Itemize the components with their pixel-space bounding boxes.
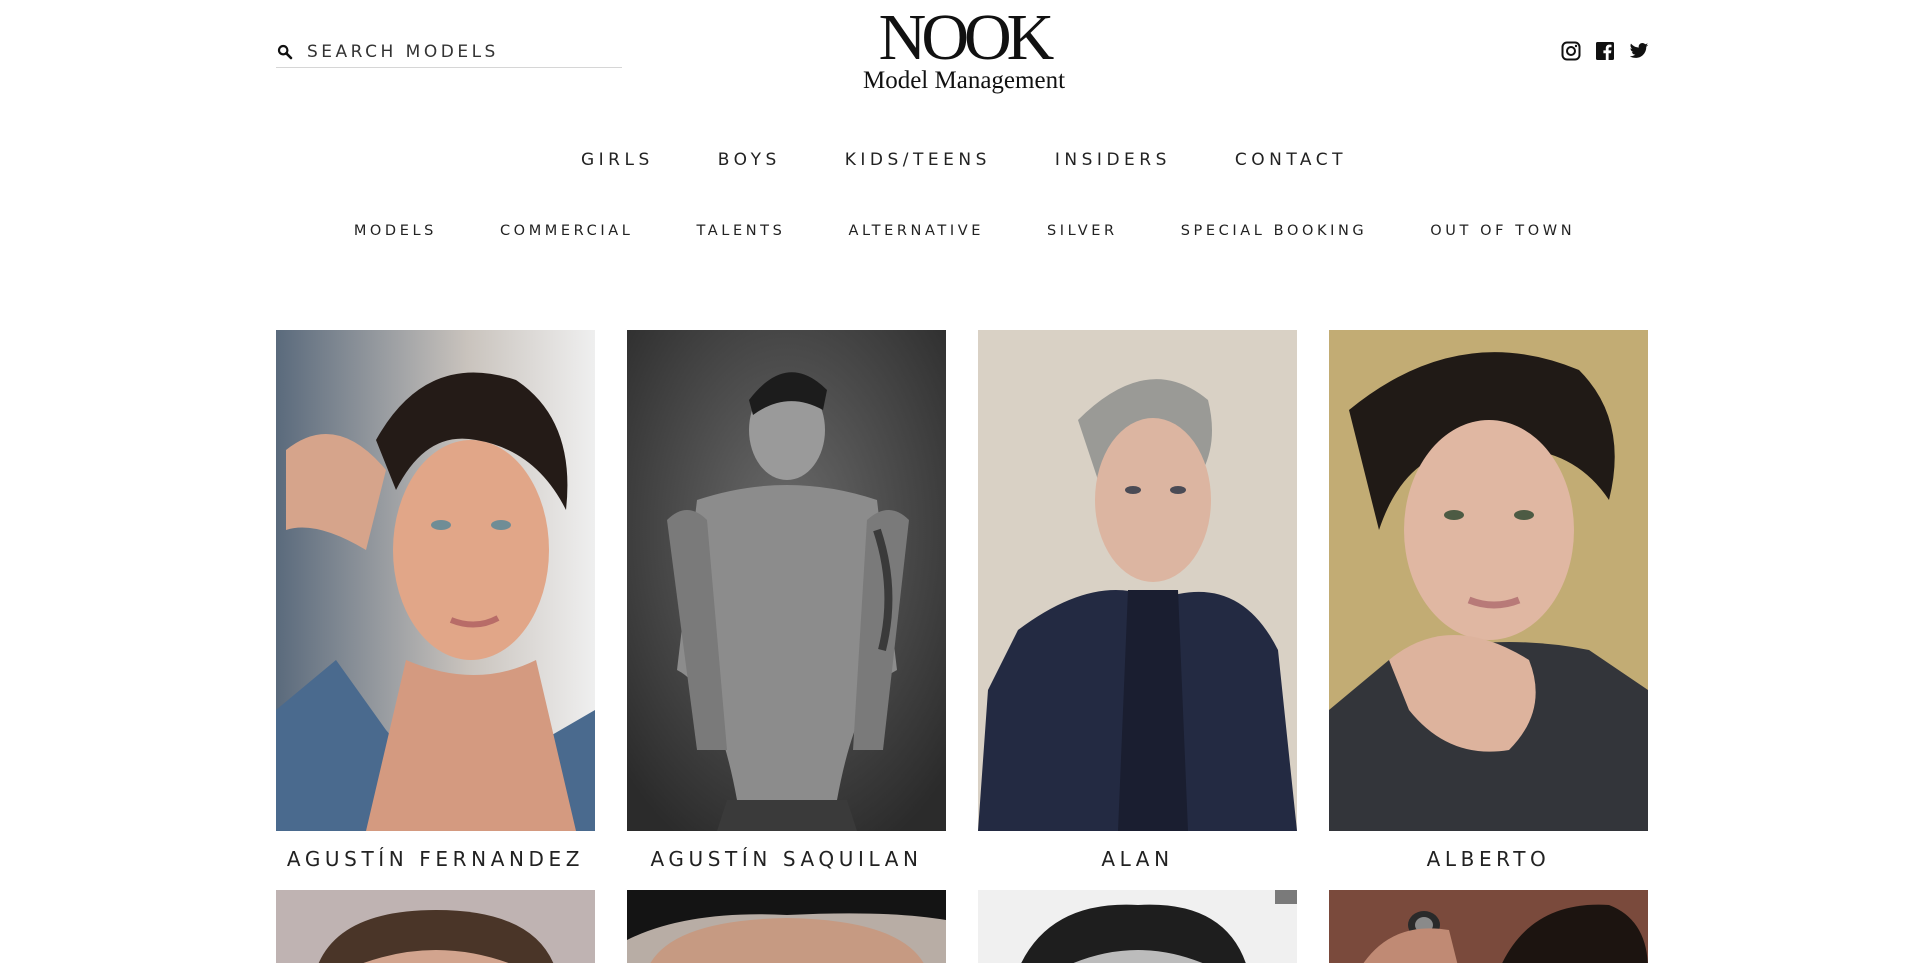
subnav-silver[interactable]: SILVER	[1047, 223, 1118, 239]
twitter-icon[interactable]	[1629, 41, 1649, 61]
subnav-out-of-town[interactable]: OUT OF TOWN	[1430, 223, 1575, 239]
subnav-commercial[interactable]: COMMERCIAL	[500, 223, 633, 239]
subnav-alternative[interactable]: ALTERNATIVE	[848, 223, 984, 239]
facebook-icon[interactable]	[1595, 41, 1615, 61]
instagram-icon[interactable]	[1561, 41, 1581, 61]
model-name[interactable]: ALAN	[978, 847, 1297, 871]
corner-badge	[1275, 890, 1297, 904]
nav-girls[interactable]: GIRLS	[581, 150, 654, 170]
model-photo[interactable]	[276, 330, 595, 831]
model-photo[interactable]	[978, 890, 1297, 963]
model-photo[interactable]	[276, 890, 595, 963]
subnav-talents[interactable]: TALENTS	[696, 223, 785, 239]
model-grid-row-2	[276, 890, 1649, 963]
model-name[interactable]: AGUSTÍN FERNANDEZ	[276, 847, 595, 871]
model-name[interactable]: ALBERTO	[1329, 847, 1648, 871]
logo-subtitle: Model Management	[862, 67, 1066, 94]
nav-boys[interactable]: BOYS	[718, 150, 781, 170]
subnav-models[interactable]: MODELS	[354, 223, 437, 239]
nav-contact[interactable]: CONTACT	[1235, 150, 1347, 170]
social-links	[1561, 41, 1649, 61]
nav-kids-teens[interactable]: KIDS/TEENS	[845, 150, 991, 170]
model-card[interactable]: AGUSTÍN FERNANDEZ	[276, 330, 595, 871]
search-bar[interactable]	[276, 36, 622, 68]
search-icon[interactable]	[277, 44, 293, 60]
model-photo[interactable]	[978, 330, 1297, 831]
model-card[interactable]: AGUSTÍN SAQUILAN	[627, 330, 946, 871]
logo-wordmark: NOOK	[878, 1, 1055, 74]
page: NOOK Model Management GIRLS BOYS KIDS/	[0, 0, 1920, 963]
model-photo[interactable]	[627, 890, 946, 963]
subnav-special-booking[interactable]: SPECIAL BOOKING	[1181, 223, 1368, 239]
primary-nav: GIRLS BOYS KIDS/TEENS INSIDERS CONTACT	[0, 150, 1920, 170]
model-photo[interactable]	[1329, 890, 1648, 963]
logo[interactable]: NOOK Model Management	[854, 1, 1074, 94]
nav-insiders[interactable]: INSIDERS	[1055, 150, 1171, 170]
model-card[interactable]: ALBERTO	[1329, 330, 1648, 871]
model-photo[interactable]	[627, 330, 946, 831]
model-name[interactable]: AGUSTÍN SAQUILAN	[627, 847, 946, 871]
search-input[interactable]	[307, 41, 607, 62]
model-card[interactable]: ALAN	[978, 330, 1297, 871]
model-photo[interactable]	[1329, 330, 1648, 831]
secondary-nav: MODELS COMMERCIAL TALENTS ALTERNATIVE SI…	[0, 223, 1920, 239]
model-grid: AGUSTÍN FERNANDEZ AGUSTÍN SAQUILAN ALAN …	[276, 330, 1649, 871]
